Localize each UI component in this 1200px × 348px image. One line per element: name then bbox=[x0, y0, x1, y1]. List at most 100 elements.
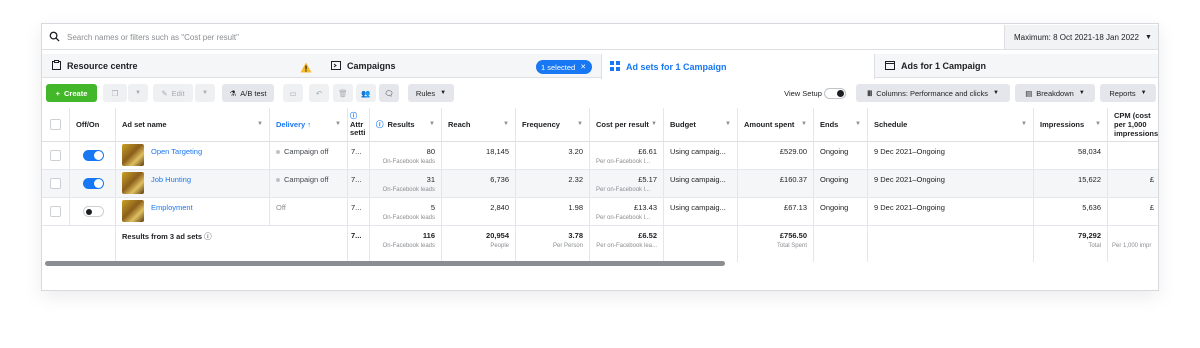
rules-button[interactable]: Rules ▼ bbox=[408, 84, 454, 102]
table-row[interactable]: Employment Off 7... 5 On-Facebook leads 2… bbox=[42, 198, 1158, 226]
columns-button[interactable]: Ⅲ Columns: Performance and clicks ▼ bbox=[856, 84, 1010, 102]
view-setup-toggle[interactable] bbox=[824, 88, 846, 99]
row-checkbox[interactable] bbox=[50, 150, 61, 161]
row-select-cell bbox=[42, 170, 70, 197]
attr-cell: 7... bbox=[348, 170, 370, 197]
duplicate-menu-button[interactable]: ▼ bbox=[128, 84, 148, 102]
selected-count-pill[interactable]: 1 selected ✕ bbox=[536, 60, 593, 74]
impressions-cell: 5,636 bbox=[1034, 198, 1108, 225]
clipboard-icon bbox=[52, 60, 61, 72]
totals-frequency: 3.78 bbox=[568, 231, 583, 240]
results-value: 80 bbox=[426, 147, 435, 156]
reach-value: 2,840 bbox=[490, 203, 509, 212]
ends-cell: Ongoing bbox=[814, 198, 868, 225]
ad-set-name-link[interactable]: Employment bbox=[151, 203, 193, 212]
delivery-status: Off bbox=[276, 203, 286, 212]
totals-results-cell: 116 On-Facebook leads bbox=[370, 226, 442, 262]
ad-set-toggle[interactable] bbox=[83, 206, 104, 217]
edit-button[interactable]: ✎ Edit bbox=[153, 84, 193, 102]
warning-icon[interactable] bbox=[300, 60, 312, 78]
chevron-down-icon: ▼ bbox=[202, 90, 208, 96]
duplicate-button[interactable]: ❐ bbox=[103, 84, 127, 102]
date-range-picker[interactable]: Maximum: 8 Oct 2021-18 Jan 2022 ▼ bbox=[1004, 25, 1158, 49]
column-delivery[interactable]: Delivery ↑ ▼ bbox=[270, 108, 348, 141]
tab-ad-sets-label: Ad sets for 1 Campaign bbox=[626, 61, 727, 72]
ends-value: Ongoing bbox=[820, 203, 849, 212]
close-icon[interactable]: ✕ bbox=[580, 63, 586, 71]
attr-cell: 7... bbox=[348, 198, 370, 225]
table-row[interactable]: Job Hunting Campaign off 7... 31 On-Faceb… bbox=[42, 170, 1158, 198]
reports-button[interactable]: Reports ▼ bbox=[1100, 84, 1156, 102]
column-schedule-label: Schedule bbox=[874, 120, 908, 129]
totals-cpm-cell: Per 1,000 impr bbox=[1108, 226, 1158, 262]
ad-set-name-link[interactable]: Job Hunting bbox=[151, 175, 191, 184]
chevron-down-icon: ▼ bbox=[440, 90, 447, 96]
column-attribution[interactable]: ⓘ Attr setti bbox=[348, 108, 370, 141]
cpr-cell: £13.43 Per on-Facebook l... bbox=[590, 198, 664, 225]
totals-spent: £756.50 bbox=[779, 231, 807, 240]
totals-label-cell: Results from 3 ad sets ⓘ bbox=[116, 226, 348, 262]
sort-icon: ▼ bbox=[801, 121, 807, 127]
row-checkbox[interactable] bbox=[50, 178, 61, 189]
audience-button[interactable]: 👥 bbox=[356, 84, 376, 102]
column-reach[interactable]: Reach ▼ bbox=[442, 108, 516, 141]
column-amount-spent[interactable]: Amount spent ▼ bbox=[738, 108, 814, 141]
columns-icon: Ⅲ bbox=[867, 88, 873, 98]
row-checkbox[interactable] bbox=[50, 206, 61, 217]
delivery-status: Campaign off bbox=[284, 147, 329, 156]
breakdown-button[interactable]: ▤ Breakdown ▼ bbox=[1015, 84, 1095, 102]
impressions-cell: 58,034 bbox=[1034, 142, 1108, 169]
tab-campaigns[interactable]: Campaigns bbox=[331, 54, 396, 78]
column-impressions[interactable]: Impressions ▼ bbox=[1034, 108, 1108, 141]
table-header: Off/On Ad set name ▼ Delivery ↑ ▼ ⓘ Attr s… bbox=[42, 108, 1158, 142]
comment-button[interactable]: 🗨 bbox=[379, 84, 399, 102]
breakdown-button-label: Breakdown bbox=[1036, 88, 1074, 98]
tab-ads[interactable]: Ads for 1 Campaign bbox=[885, 54, 986, 78]
column-frequency[interactable]: Frequency ▼ bbox=[516, 108, 590, 141]
ad-set-name-cell: Job Hunting bbox=[116, 170, 270, 197]
ad-set-toggle[interactable] bbox=[83, 178, 104, 189]
tab-resource-centre[interactable]: Resource centre bbox=[52, 54, 138, 78]
tab-ad-sets[interactable]: Ad sets for 1 Campaign bbox=[601, 54, 875, 79]
ad-thumbnail bbox=[122, 200, 144, 222]
info-icon[interactable]: ⓘ bbox=[204, 232, 212, 241]
chevron-down-icon: ▼ bbox=[135, 90, 141, 96]
column-ad-set-name[interactable]: Ad set name ▼ bbox=[116, 108, 270, 141]
totals-cpr-sub: Per on-Facebook lea... bbox=[596, 243, 657, 249]
spent-cell: £67.13 bbox=[738, 198, 814, 225]
column-cost-per-result[interactable]: Cost per result ▼ bbox=[590, 108, 664, 141]
sort-icon: ▼ bbox=[1095, 121, 1101, 127]
search-input[interactable] bbox=[67, 29, 667, 45]
edit-menu-button[interactable]: ▼ bbox=[195, 84, 215, 102]
create-button[interactable]: + Create bbox=[46, 84, 97, 102]
column-ends[interactable]: Ends ▼ bbox=[814, 108, 868, 141]
ad-set-toggle[interactable] bbox=[83, 150, 104, 161]
column-attribution-label: Attr setti bbox=[350, 119, 366, 137]
horizontal-scrollbar[interactable] bbox=[45, 261, 725, 266]
table-row[interactable]: Open Targeting Campaign off 7... 80 On-Fa… bbox=[42, 142, 1158, 170]
attr-value: 7... bbox=[351, 147, 362, 156]
frequency-value: 2.32 bbox=[568, 175, 583, 184]
undo-button[interactable]: ↶ bbox=[309, 84, 329, 102]
archive-button[interactable]: ▭ bbox=[283, 84, 303, 102]
totals-impressions-sub: Total bbox=[1088, 243, 1101, 249]
delete-button[interactable]: 🗑 bbox=[333, 84, 353, 102]
frequency-cell: 2.32 bbox=[516, 170, 590, 197]
column-off-on[interactable]: Off/On bbox=[70, 108, 116, 141]
column-cpm[interactable]: CPM (cost per 1,000 impressions) bbox=[1108, 108, 1158, 141]
totals-spacer bbox=[42, 226, 116, 262]
delivery-status: Campaign off bbox=[284, 175, 329, 184]
column-schedule[interactable]: Schedule ▼ bbox=[868, 108, 1034, 141]
ad-set-name-link[interactable]: Open Targeting bbox=[151, 147, 202, 156]
ab-test-button[interactable]: ⚗ A/B test bbox=[222, 84, 274, 102]
budget-value: Using campaig... bbox=[670, 203, 726, 212]
budget-value: Using campaig... bbox=[670, 147, 726, 156]
column-results[interactable]: ⓘ Results ▼ bbox=[370, 108, 442, 141]
results-sub: On-Facebook leads bbox=[382, 215, 435, 221]
breakdown-icon: ▤ bbox=[1025, 88, 1033, 98]
schedule-value: 9 Dec 2021–Ongoing bbox=[874, 203, 945, 212]
create-button-label: Create bbox=[64, 88, 88, 98]
column-budget[interactable]: Budget ▼ bbox=[664, 108, 738, 141]
pencil-icon: ✎ bbox=[161, 88, 168, 98]
select-all-checkbox[interactable] bbox=[50, 119, 61, 130]
